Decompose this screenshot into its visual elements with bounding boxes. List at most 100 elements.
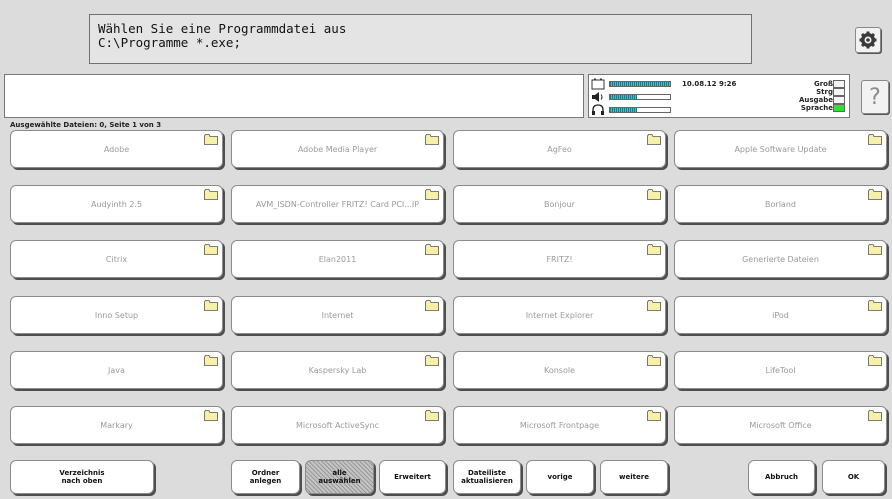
folder-tile[interactable]: Apple Software Update — [674, 130, 887, 168]
folder-icon — [647, 410, 661, 421]
folder-icon — [868, 134, 882, 145]
status-panel: 10.08.12 9:26 Groß Strg Ausgabe Sprache — [588, 74, 850, 118]
folder-tile-label: Konsole — [543, 365, 576, 375]
folder-tile[interactable]: Borland — [674, 185, 887, 223]
folder-tile[interactable]: iPod — [674, 296, 887, 334]
folder-icon — [204, 410, 218, 421]
folder-tile-label: Generierte Dateien — [742, 254, 819, 264]
folder-tile-label: Citrix — [105, 254, 128, 264]
folder-tile-label: Kaspersky Lab — [308, 365, 367, 375]
folder-icon — [425, 410, 439, 421]
ok-button[interactable]: OK — [822, 460, 885, 494]
next-page-button[interactable]: weitere — [600, 460, 668, 494]
settings-button[interactable] — [855, 27, 881, 53]
folder-icon — [204, 300, 218, 311]
text-input-field[interactable] — [4, 74, 584, 118]
page-info: Ausgewählte Dateien: 0, Seite 1 von 3 — [10, 121, 162, 129]
folder-tile[interactable]: Audyinth 2.5 — [10, 185, 223, 223]
prompt-path: C:\Programme *.exe; — [98, 35, 241, 50]
folder-icon — [425, 355, 439, 366]
folder-tile[interactable]: Elan2011 — [231, 240, 444, 278]
select-all-button[interactable]: alle auswählen — [305, 460, 374, 494]
refresh-list-button[interactable]: Dateiliste aktualisieren — [453, 460, 521, 494]
folder-icon — [647, 300, 661, 311]
folder-tile-label: Apple Software Update — [734, 144, 827, 154]
folder-tile[interactable]: Adobe Media Player — [231, 130, 444, 168]
folder-tile-label: Borland — [765, 199, 796, 209]
indicator-ausgabe — [833, 96, 845, 104]
folder-tile[interactable]: Microsoft Frontpage — [453, 406, 666, 444]
folder-tile[interactable]: AVM_ISDN-Controller FRITZ! Card PCI...IP — [231, 185, 444, 223]
gear-icon — [859, 31, 877, 49]
folder-tile[interactable]: Bonjour — [453, 185, 666, 223]
folder-icon — [868, 355, 882, 366]
folder-icon — [647, 134, 661, 145]
folder-icon — [425, 300, 439, 311]
folder-tile-label: Microsoft Frontpage — [519, 420, 600, 430]
folder-tile[interactable]: Kaspersky Lab — [231, 351, 444, 389]
headphones-icon — [592, 104, 604, 115]
folder-icon — [868, 300, 882, 311]
folder-tile-label: Markary — [100, 420, 133, 430]
folder-tile-label: Microsoft ActiveSync — [296, 420, 379, 430]
folder-tile-label: Internet — [321, 310, 354, 320]
folder-tile-label: iPod — [772, 310, 789, 320]
folder-tile[interactable]: Microsoft Office — [674, 406, 887, 444]
speaker-level — [591, 91, 671, 103]
new-folder-button[interactable]: Ordner anlegen — [231, 460, 300, 494]
folder-tile-label: Microsoft Office — [749, 420, 812, 430]
folder-tile-label: Inno Setup — [94, 310, 139, 320]
folder-tile-label: FRITZ! — [546, 254, 573, 264]
folder-icon — [425, 244, 439, 255]
parent-directory-button[interactable]: Verzeichnis nach oben — [10, 460, 154, 494]
folder-tile-label: Internet Explorer — [525, 310, 594, 320]
help-button[interactable]: ? — [861, 80, 889, 114]
indicator-label-gross: Groß — [813, 80, 833, 88]
folder-icon — [868, 410, 882, 421]
cancel-button[interactable]: Abbruch — [748, 460, 815, 494]
speaker-icon — [592, 92, 603, 102]
battery-level — [591, 78, 671, 90]
folder-icon — [425, 134, 439, 145]
folder-tile[interactable]: Generierte Dateien — [674, 240, 887, 278]
battery-icon — [591, 78, 605, 90]
folder-tile[interactable]: Konsole — [453, 351, 666, 389]
folder-tile-label: LifeTool — [765, 365, 796, 375]
folder-tile[interactable]: Internet — [231, 296, 444, 334]
folder-icon — [868, 189, 882, 200]
indicator-sprache — [833, 104, 845, 112]
prompt-box: Wählen Sie eine Programmdatei aus C:\Pro… — [89, 14, 752, 64]
folder-icon — [647, 355, 661, 366]
advanced-button[interactable]: Erweitert — [379, 460, 446, 494]
folder-tile-label: AgFeo — [547, 144, 572, 154]
folder-icon — [204, 244, 218, 255]
folder-icon — [204, 355, 218, 366]
indicator-labels: Groß Strg Ausgabe Sprache — [799, 80, 833, 112]
folder-icon — [204, 134, 218, 145]
folder-tile[interactable]: Java — [10, 351, 223, 389]
folder-tile[interactable]: Citrix — [10, 240, 223, 278]
prompt-title: Wählen Sie eine Programmdatei aus — [98, 21, 347, 36]
folder-tile-label: Java — [108, 365, 125, 375]
folder-tile[interactable]: Adobe — [10, 130, 223, 168]
previous-page-button[interactable]: vorige — [526, 460, 594, 494]
folder-tile[interactable]: Internet Explorer — [453, 296, 666, 334]
folder-icon — [204, 189, 218, 200]
folder-tile[interactable]: FRITZ! — [453, 240, 666, 278]
folder-tile[interactable]: LifeTool — [674, 351, 887, 389]
folder-tile-label: Bonjour — [544, 199, 575, 209]
folder-tile-label: AVM_ISDN-Controller FRITZ! Card PCI...IP — [255, 199, 420, 209]
folder-icon — [647, 244, 661, 255]
question-mark-icon: ? — [869, 84, 881, 110]
folder-tile[interactable]: Inno Setup — [10, 296, 223, 334]
indicator-gross — [833, 80, 845, 88]
folder-tile-label: Audyinth 2.5 — [90, 199, 143, 209]
folder-tile-label: Adobe — [103, 144, 130, 154]
folder-tile[interactable]: AgFeo — [453, 130, 666, 168]
folder-tile[interactable]: Markary — [10, 406, 223, 444]
indicator-label-ausgabe: Ausgabe — [798, 96, 833, 104]
folder-icon — [647, 189, 661, 200]
datetime: 10.08.12 9:26 — [682, 80, 737, 88]
folder-tile[interactable]: Microsoft ActiveSync — [231, 406, 444, 444]
folder-icon — [868, 244, 882, 255]
